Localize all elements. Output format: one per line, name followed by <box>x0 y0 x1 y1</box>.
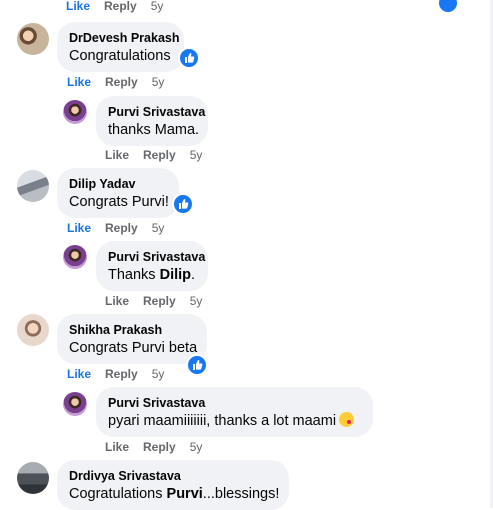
reply-actions: Like Reply 5y <box>105 439 202 455</box>
reply-text: pyari maamiiiiiii, thanks a lot maami <box>108 411 361 431</box>
reply-bubble: Purvi Srivastava thanks Mama. <box>96 96 208 146</box>
reply-actions: Like Reply 5y <box>105 147 202 163</box>
timestamp[interactable]: 5y <box>151 0 164 13</box>
like-button[interactable]: Like <box>66 0 90 13</box>
reply-button[interactable]: Reply <box>104 0 137 13</box>
reply-text: thanks Mama. <box>108 122 200 138</box>
avatar[interactable] <box>63 245 87 269</box>
reply-button[interactable]: Reply <box>105 74 138 90</box>
like-button[interactable]: Like <box>105 439 129 455</box>
mention-link[interactable]: Purvi <box>167 486 203 502</box>
comment-text-part: ...blessings! <box>202 486 280 502</box>
reply-text-part: Thanks <box>108 267 160 283</box>
comment-bubble: Shikha Prakash Congrats Purvi beta <box>57 314 207 364</box>
comment-text-part: Cogratulations <box>69 486 167 502</box>
reaction-icon[interactable] <box>437 0 459 14</box>
reply-author[interactable]: Purvi Srivastava <box>108 249 205 265</box>
reply-text: Thanks Dilip. <box>108 265 196 285</box>
comment-bubble: Drdivya Srivastava Cogratulations Purvi.… <box>57 460 289 510</box>
reply-button[interactable]: Reply <box>143 147 176 163</box>
reply-author[interactable]: Purvi Srivastava <box>108 395 361 411</box>
timestamp[interactable]: 5y <box>190 439 203 455</box>
thumbs-up-icon[interactable] <box>172 193 194 215</box>
reply-text-part: pyari maamiiiiiii, thanks a lot maami <box>108 413 337 429</box>
timestamp[interactable]: 5y <box>190 293 203 309</box>
like-button[interactable]: Like <box>67 366 91 382</box>
comment-bubble: DrDevesh Prakash Congratulations <box>57 22 184 72</box>
reply-bubble: Purvi Srivastava pyari maamiiiiiii, than… <box>96 387 373 437</box>
avatar[interactable] <box>63 392 87 416</box>
comment-bubble: Dilip Yadav Congrats Purvi! <box>57 168 179 218</box>
mention-link[interactable]: Dilip <box>160 267 191 283</box>
reply-button[interactable]: Reply <box>143 439 176 455</box>
reply-button[interactable]: Reply <box>105 220 138 236</box>
comment-actions: Like Reply 5y <box>67 366 164 382</box>
reply-bubble: Purvi Srivastava Thanks Dilip. <box>96 241 208 291</box>
timestamp[interactable]: 5y <box>152 74 165 90</box>
reply-author[interactable]: Purvi Srivastava <box>108 104 205 120</box>
comment-author[interactable]: Shikha Prakash <box>69 322 195 338</box>
comment-text: Congrats Purvi beta <box>69 340 198 356</box>
timestamp[interactable]: 5y <box>152 366 165 382</box>
comment-text: Congrats Purvi! <box>69 194 169 210</box>
reply-button[interactable]: Reply <box>105 366 138 382</box>
reply-actions: Like Reply 5y <box>105 293 202 309</box>
like-button[interactable]: Like <box>67 74 91 90</box>
avatar[interactable] <box>63 100 87 124</box>
comment-author[interactable]: DrDevesh Prakash <box>69 30 179 46</box>
timestamp[interactable]: 5y <box>190 147 203 163</box>
comment-author[interactable]: Drdivya Srivastava <box>69 468 277 484</box>
like-button[interactable]: Like <box>105 147 129 163</box>
avatar[interactable] <box>17 170 49 202</box>
face-blowing-kiss-emoji <box>339 412 355 427</box>
reply-text-part: . <box>191 267 196 283</box>
thumbs-up-icon[interactable] <box>178 47 200 69</box>
comment-text: Congratulations <box>69 48 171 64</box>
comment-author[interactable]: Dilip Yadav <box>69 176 167 192</box>
like-button[interactable]: Like <box>67 220 91 236</box>
comment-text: Cogratulations Purvi...blessings! <box>69 484 280 504</box>
avatar[interactable] <box>17 314 49 346</box>
timestamp[interactable]: 5y <box>152 220 165 236</box>
like-button[interactable]: Like <box>105 293 129 309</box>
comment-actions: Like Reply 5y <box>67 220 164 236</box>
avatar[interactable] <box>17 462 49 494</box>
reply-button[interactable]: Reply <box>143 293 176 309</box>
comment-actions: Like Reply 5y <box>67 74 164 90</box>
previous-comment-actions: Like Reply 5y <box>66 0 163 16</box>
thumbs-up-icon[interactable] <box>186 354 208 376</box>
avatar[interactable] <box>17 23 49 55</box>
